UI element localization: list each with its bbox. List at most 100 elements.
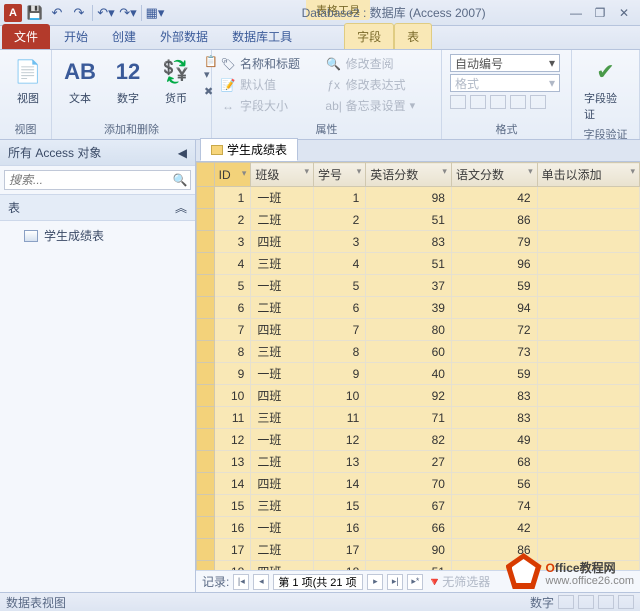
datasheet-view-button[interactable] [558, 595, 574, 609]
table-row[interactable]: 12一班128249 [197, 429, 640, 451]
table-cell[interactable]: 7 [314, 319, 366, 341]
table-cell[interactable]: 10 [314, 385, 366, 407]
column-header[interactable]: 语文分数▾ [451, 163, 537, 187]
column-header[interactable]: 班级▾ [251, 163, 314, 187]
add-field-cell[interactable] [537, 517, 639, 539]
table-cell[interactable]: 9 [214, 363, 251, 385]
table-cell[interactable]: 一班 [251, 517, 314, 539]
table-cell[interactable]: 9 [314, 363, 366, 385]
add-field-cell[interactable] [537, 253, 639, 275]
table-cell[interactable]: 14 [314, 473, 366, 495]
table-cell[interactable]: 三班 [251, 495, 314, 517]
first-record-button[interactable]: |◂ [233, 574, 249, 590]
table-cell[interactable]: 82 [366, 429, 452, 451]
chevron-left-icon[interactable]: ◀ [178, 146, 187, 160]
table-row[interactable]: 11三班117183 [197, 407, 640, 429]
table-cell[interactable]: 51 [366, 253, 452, 275]
close-button[interactable]: ✕ [614, 6, 634, 20]
table-cell[interactable]: 3 [314, 231, 366, 253]
add-field-cell[interactable] [537, 451, 639, 473]
tab-table[interactable]: 表 [394, 23, 432, 49]
table-cell[interactable]: 71 [366, 407, 452, 429]
other-view2-button[interactable] [618, 595, 634, 609]
select-all-cell[interactable] [197, 163, 215, 187]
currency-button[interactable]: 💱 货币 [156, 54, 196, 108]
prev-record-button[interactable]: ◂ [253, 574, 269, 590]
column-header[interactable]: 学号▾ [314, 163, 366, 187]
table-row[interactable]: 13二班132768 [197, 451, 640, 473]
add-field-cell[interactable] [537, 231, 639, 253]
table-row[interactable]: 6二班63994 [197, 297, 640, 319]
tab-dbtools[interactable]: 数据库工具 [220, 24, 304, 49]
table-cell[interactable]: 7 [214, 319, 251, 341]
table-cell[interactable]: 86 [451, 209, 537, 231]
table-cell[interactable]: 51 [366, 561, 452, 571]
design-view-button[interactable] [578, 595, 594, 609]
table-cell[interactable]: 2 [314, 209, 366, 231]
table-cell[interactable]: 59 [451, 363, 537, 385]
table-cell[interactable]: 37 [366, 275, 452, 297]
table-cell[interactable]: 74 [451, 495, 537, 517]
table-cell[interactable]: 51 [366, 209, 452, 231]
object-tab[interactable]: 学生成绩表 [200, 138, 298, 161]
table-cell[interactable]: 二班 [251, 451, 314, 473]
add-field-cell[interactable] [537, 297, 639, 319]
table-cell[interactable]: 17 [214, 539, 251, 561]
table-cell[interactable]: 80 [366, 319, 452, 341]
table-cell[interactable]: 四班 [251, 319, 314, 341]
table-cell[interactable]: 16 [214, 517, 251, 539]
table-cell[interactable]: 60 [366, 341, 452, 363]
table-row[interactable]: 5一班53759 [197, 275, 640, 297]
tab-external[interactable]: 外部数据 [148, 24, 220, 49]
table-cell[interactable]: 13 [214, 451, 251, 473]
table-cell[interactable]: 56 [451, 473, 537, 495]
table-cell[interactable]: 39 [366, 297, 452, 319]
table-cell[interactable]: 72 [451, 319, 537, 341]
record-position-input[interactable] [273, 574, 363, 590]
table-row[interactable]: 8三班86073 [197, 341, 640, 363]
table-cell[interactable]: 12 [214, 429, 251, 451]
search-icon[interactable]: 🔍 [170, 171, 190, 189]
redo-icon[interactable]: ↷ [70, 4, 88, 22]
minimize-button[interactable]: — [566, 6, 586, 20]
column-header[interactable]: 单击以添加▾ [537, 163, 639, 187]
table-cell[interactable]: 18 [314, 561, 366, 571]
table-cell[interactable]: 15 [314, 495, 366, 517]
table-cell[interactable]: 15 [214, 495, 251, 517]
table-row[interactable]: 9一班94059 [197, 363, 640, 385]
table-cell[interactable]: 83 [451, 407, 537, 429]
tab-home[interactable]: 开始 [52, 24, 100, 49]
other-view-button[interactable] [598, 595, 614, 609]
last-record-button[interactable]: ▸| [387, 574, 403, 590]
table-cell[interactable]: 13 [314, 451, 366, 473]
add-field-cell[interactable] [537, 473, 639, 495]
table-cell[interactable]: 3 [214, 231, 251, 253]
table-cell[interactable]: 8 [314, 341, 366, 363]
table-cell[interactable]: 一班 [251, 187, 314, 209]
table-cell[interactable]: 42 [451, 517, 537, 539]
next-record-button[interactable]: ▸ [367, 574, 383, 590]
add-field-cell[interactable] [537, 363, 639, 385]
name-title-button[interactable]: 🏷名称和标题 [220, 54, 318, 73]
table-cell[interactable]: 四班 [251, 385, 314, 407]
search-input[interactable] [5, 171, 170, 189]
table-cell[interactable]: 四班 [251, 473, 314, 495]
tab-create[interactable]: 创建 [100, 24, 148, 49]
table-cell[interactable]: 11 [214, 407, 251, 429]
table-cell[interactable]: 40 [366, 363, 452, 385]
restore-button[interactable]: ❐ [590, 6, 610, 20]
table-row[interactable]: 2二班25186 [197, 209, 640, 231]
table-cell[interactable]: 27 [366, 451, 452, 473]
add-field-cell[interactable] [537, 275, 639, 297]
table-cell[interactable]: 二班 [251, 539, 314, 561]
table-cell[interactable]: 12 [314, 429, 366, 451]
table-cell[interactable]: 68 [451, 451, 537, 473]
data-grid[interactable]: ID▾班级▾学号▾英语分数▾语文分数▾单击以添加▾ 1一班198422二班251… [196, 162, 640, 570]
table-cell[interactable]: 二班 [251, 209, 314, 231]
table-cell[interactable]: 59 [451, 275, 537, 297]
table-row[interactable]: 14四班147056 [197, 473, 640, 495]
table-cell[interactable]: 49 [451, 429, 537, 451]
table-row[interactable]: 3四班38379 [197, 231, 640, 253]
view-button[interactable]: 📄 视图 [8, 54, 48, 108]
add-field-cell[interactable] [537, 319, 639, 341]
